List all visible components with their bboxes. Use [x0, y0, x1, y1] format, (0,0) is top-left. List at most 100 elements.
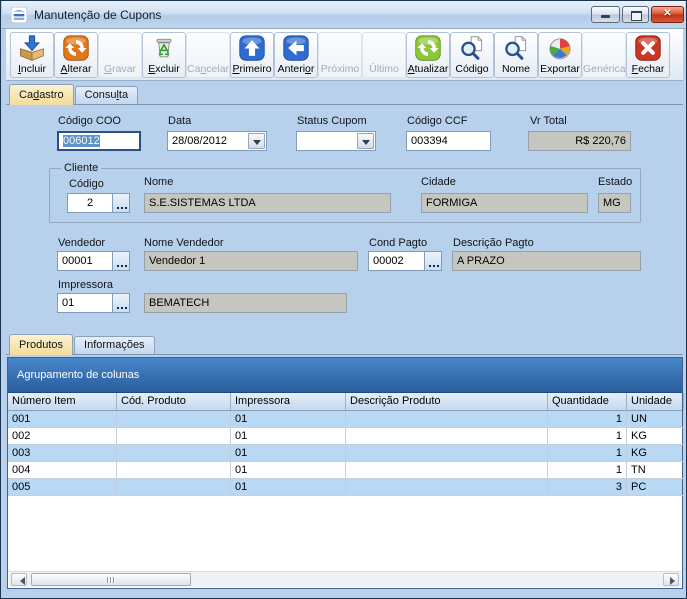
column-header-impressora[interactable]: Impressora [231, 393, 346, 410]
horizontal-scrollbar[interactable] [9, 571, 681, 587]
toolbar-button-label: Incluir [11, 63, 53, 75]
codigo-ccf-input[interactable]: 003394 [406, 131, 491, 151]
arrow-up-blue-icon [231, 33, 273, 63]
data-label: Data [168, 115, 191, 127]
toolbar-button-atualizar[interactable]: Atualizar [406, 32, 450, 78]
minimize-button[interactable] [591, 6, 620, 23]
arrow-left-blue-icon [275, 33, 317, 63]
cond-pagto-input[interactable]: 00002 [368, 251, 425, 271]
scrollbar-thumb[interactable] [31, 573, 191, 586]
pie-chart-icon [539, 33, 581, 63]
toolbar-button-label: Próximo [319, 63, 361, 75]
cliente-group-label: Cliente [61, 162, 101, 174]
vr-total-label: Vr Total [530, 115, 567, 127]
data-dropdown-icon[interactable] [248, 133, 265, 149]
cell-unidade: TN [627, 462, 684, 479]
toolbar-button-generica: Genérica [582, 32, 626, 78]
status-cupom-dropdown-icon[interactable] [357, 133, 374, 149]
grid-body: 001011UN002011KG003011KG004011TN005013PC [8, 411, 682, 496]
toolbar-button-label: Alterar [55, 63, 97, 75]
column-header-unidade[interactable]: Unidade [627, 393, 684, 410]
cell-quantidade: 3 [548, 479, 627, 496]
cell-impressora: 01 [231, 411, 346, 428]
tab-produtos[interactable]: Produtos [9, 334, 73, 355]
maximize-button[interactable] [622, 6, 649, 23]
close-button[interactable] [651, 6, 684, 23]
box-insert-icon [11, 33, 53, 63]
app-window: Manutenção de Cupons IncluirAlterarGrava… [0, 0, 687, 599]
toolbar-button-excluir[interactable]: Excluir [142, 32, 186, 78]
table-row[interactable]: 003011KG [8, 445, 682, 462]
impressora-input[interactable]: 01 [57, 293, 113, 313]
table-row[interactable]: 004011TN [8, 462, 682, 479]
grid-header-row: Número ItemCód. ProdutoImpressoraDescriç… [8, 393, 682, 411]
toolbar-button-codigo[interactable]: Código [450, 32, 494, 78]
cond-pagto-lookup-button[interactable] [424, 251, 442, 271]
toolbar-button-fechar[interactable]: Fechar [626, 32, 670, 78]
column-header-quantidade[interactable]: Quantidade [548, 393, 627, 410]
blank-icon [319, 33, 361, 63]
blank-icon [187, 33, 229, 63]
table-row[interactable]: 001011UN [8, 411, 682, 428]
blank-icon [583, 33, 625, 63]
search-page-icon [451, 33, 493, 63]
toolbar-button-primeiro[interactable]: Primeiro [230, 32, 274, 78]
title-bar[interactable]: Manutenção de Cupons [2, 1, 685, 29]
toolbar-button-exportar[interactable]: Exportar [538, 32, 582, 78]
status-cupom-combobox[interactable] [296, 131, 376, 151]
toolbar-button-ultimo: Último [362, 32, 406, 78]
column-header-descricao-produto[interactable]: Descrição Produto [346, 393, 548, 410]
codigo-coo-value: 006012 [63, 135, 100, 147]
vendedor-input[interactable]: 00001 [57, 251, 113, 271]
cell-descricao-produto [346, 462, 548, 479]
cond-pagto-label: Cond Pagto [369, 237, 427, 249]
codigo-ccf-label: Código CCF [407, 115, 468, 127]
impressora-lookup-button[interactable] [112, 293, 130, 313]
toolbar-button-label: Excluir [143, 63, 185, 75]
window-title: Manutenção de Cupons [34, 8, 161, 22]
close-red-icon [627, 33, 669, 63]
descricao-pagto-label: Descrição Pagto [453, 237, 534, 249]
search-page-icon [495, 33, 537, 63]
cell-unidade: UN [627, 411, 684, 428]
codigo-coo-label: Código COO [58, 115, 121, 127]
vendedor-lookup-button[interactable] [112, 251, 130, 271]
cell-unidade: KG [627, 445, 684, 462]
toolbar-button-incluir[interactable]: Incluir [10, 32, 54, 78]
data-combobox[interactable]: 28/08/2012 [167, 131, 267, 151]
scroll-left-icon[interactable] [11, 573, 27, 586]
app-icon [11, 7, 27, 23]
toolbar-button-alterar[interactable]: Alterar [54, 32, 98, 78]
cliente-codigo-lookup-button[interactable] [112, 193, 130, 213]
nome-vendedor-label: Nome Vendedor [144, 237, 224, 249]
column-header-numero-item[interactable]: Número Item [8, 393, 117, 410]
recycle-bin-icon [143, 33, 185, 63]
cell-impressora: 01 [231, 445, 346, 462]
blank-icon [99, 33, 141, 63]
toolbar-button-nome[interactable]: Nome [494, 32, 538, 78]
codigo-coo-input[interactable]: 006012 [57, 131, 141, 151]
cell-cod-produto [117, 462, 231, 479]
cell-quantidade: 1 [548, 411, 627, 428]
toolbar-button-label: Último [363, 63, 405, 75]
descricao-pagto-field: A PRAZO [452, 251, 641, 271]
cliente-cidade-label: Cidade [421, 176, 456, 188]
cliente-codigo-input[interactable]: 2 [67, 193, 113, 213]
cell-cod-produto [117, 428, 231, 445]
tab-informacoes[interactable]: Informações [74, 336, 155, 354]
toolbar-button-anterior[interactable]: Anterior [274, 32, 318, 78]
column-header-cod-produto[interactable]: Cód. Produto [117, 393, 231, 410]
cell-quantidade: 1 [548, 462, 627, 479]
toolbar-button-gravar: Gravar [98, 32, 142, 78]
toolbar-button-label: Cancelar [187, 63, 229, 75]
tab-consulta[interactable]: Consulta [75, 86, 138, 104]
toolbar-button-label: Gravar [99, 63, 141, 75]
table-row[interactable]: 002011KG [8, 428, 682, 445]
scroll-right-icon[interactable] [663, 573, 679, 586]
table-row[interactable]: 005013PC [8, 479, 682, 496]
tab-cadastro[interactable]: Cadastro [9, 84, 74, 105]
cell-cod-produto [117, 479, 231, 496]
grid-grouping-band[interactable]: Agrupamento de colunas [8, 358, 682, 393]
cell-numero-item: 004 [8, 462, 117, 479]
cell-cod-produto [117, 445, 231, 462]
